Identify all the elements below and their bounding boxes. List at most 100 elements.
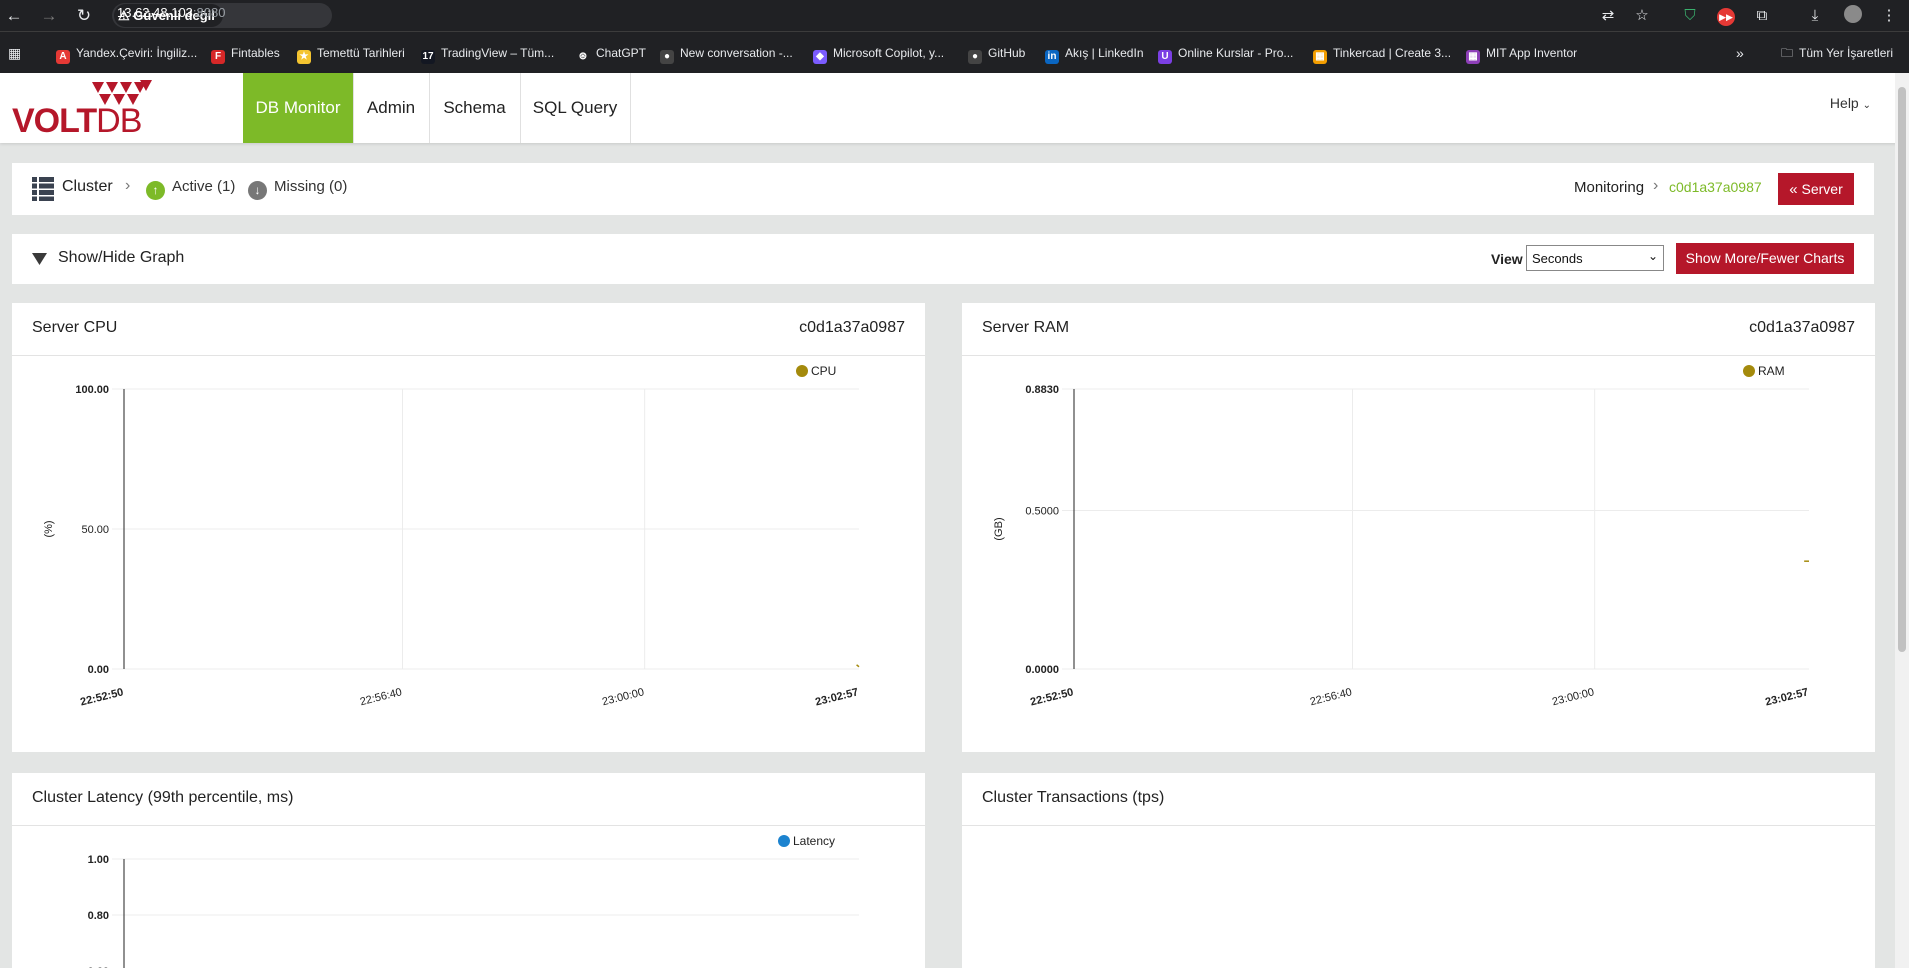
y-tick-label: 1.00: [88, 854, 109, 866]
kebab-menu-icon[interactable]: ⋮: [1878, 5, 1900, 27]
bookmark-item[interactable]: A Yandex.Çeviri: İngiliz...: [56, 44, 198, 64]
view-select[interactable]: Seconds ⌄: [1526, 245, 1664, 271]
translate-icon[interactable]: ⇄: [1597, 5, 1619, 27]
bookmark-label: Microsoft Copilot, y...: [833, 46, 945, 60]
download-icon[interactable]: ⤓: [1804, 5, 1826, 27]
y-axis-label: (GB): [993, 517, 1005, 540]
apps-grid-icon[interactable]: ▦: [8, 44, 21, 62]
server-cpu-card: Server CPU c0d1a37a0987 CPU 100.00 50.00 0…: [12, 303, 925, 752]
show-hide-graph-toggle[interactable]: Show/Hide Graph: [58, 249, 184, 267]
cluster-status-bar: Cluster › ↑ Active (1) ↓ Missing (0) Monit…: [12, 163, 1874, 215]
bookmark-label: TradingView – Tüm...: [441, 46, 555, 60]
graph-toolbar: Show/Hide Graph View Seconds ⌄ Show More…: [12, 234, 1874, 284]
bookmark-item[interactable]: ⊛ ChatGPT: [576, 44, 647, 64]
missing-count[interactable]: ↓ Missing (0): [248, 178, 347, 200]
url-text[interactable]: 13.62.48.103:8080: [117, 4, 225, 21]
view-select-value: Seconds: [1532, 251, 1583, 266]
bookmark-item[interactable]: F Fintables: [211, 44, 280, 64]
bookmark-item[interactable]: ▦ Tinkercad | Create 3...: [1313, 44, 1452, 64]
y-tick-label: 100.00: [75, 384, 109, 396]
chevron-down-icon: ⌄: [1647, 249, 1658, 263]
bookmark-item[interactable]: ● GitHub: [968, 44, 1025, 64]
reload-icon[interactable]: ↻: [72, 4, 96, 28]
all-bookmarks-label: Tüm Yer İşaretleri: [1799, 46, 1894, 60]
logo-volt: VOLT: [12, 102, 97, 140]
extensions-puzzle-icon[interactable]: ⧉: [1751, 5, 1773, 27]
series-line: [856, 664, 860, 668]
bookmarks-overflow-icon[interactable]: »: [1736, 44, 1744, 62]
logo-db: DB: [96, 102, 142, 140]
chevron-right-icon: ›: [1653, 177, 1659, 194]
chart-server-id: c0d1a37a0987: [799, 319, 905, 336]
bookmark-item[interactable]: ★ Temettü Tarihleri: [297, 44, 405, 64]
bookmark-favicon-icon: ●: [968, 50, 982, 64]
y-axis-label: (%): [43, 520, 55, 537]
bookmark-favicon-icon: ●: [660, 50, 674, 64]
help-menu[interactable]: Help ⌄: [1830, 95, 1871, 111]
chart-header: Server CPU c0d1a37a0987: [12, 303, 925, 356]
url-host: 13.62.48.103: [117, 5, 193, 20]
tab-db-monitor[interactable]: DB Monitor: [243, 73, 354, 143]
tab-admin[interactable]: Admin: [353, 73, 430, 143]
list-icon: [32, 177, 54, 201]
browser-toolbar: ← → ↻ ⚠ Güvenli değil 13.62.48.103:8080 …: [0, 0, 1909, 31]
y-tick-label: 0.8830: [1025, 384, 1059, 396]
cluster-label: Cluster: [62, 178, 113, 195]
y-tick-label: 0.80: [88, 910, 109, 922]
double-chevron-left-icon: «: [1789, 181, 1798, 198]
scrollbar-thumb[interactable]: [1898, 87, 1906, 652]
bookmark-item[interactable]: ▦ MIT App Inventor: [1466, 44, 1577, 64]
forward-arrow-icon[interactable]: →: [37, 4, 61, 28]
bookmark-item[interactable]: 17 TradingView – Tüm...: [421, 44, 555, 64]
x-tick-label: 22:56:40: [1309, 686, 1353, 708]
y-tick-label: 0.00: [88, 664, 109, 676]
url-port: :8080: [192, 5, 226, 20]
arrow-down-icon: ↓: [248, 181, 267, 200]
tab-schema[interactable]: Schema: [429, 73, 521, 143]
shield-extension-icon[interactable]: ⛉: [1679, 5, 1701, 27]
y-tick-label: 50.00: [81, 524, 109, 536]
profile-avatar-icon[interactable]: [1842, 5, 1864, 27]
record-extension-icon[interactable]: ▶▶: [1715, 5, 1737, 27]
bookmarks-bar: ▦ A Yandex.Çeviri: İngiliz... F Fintables ★ T…: [0, 31, 1909, 74]
active-count[interactable]: ↑ Active (1): [146, 178, 235, 200]
page-scrollbar[interactable]: [1895, 73, 1909, 968]
x-tick-label: 23:00:00: [601, 686, 645, 708]
tab-sql-query[interactable]: SQL Query: [520, 73, 631, 143]
all-bookmarks-folder[interactable]: 🗀 Tüm Yer İşaretleri: [1781, 44, 1893, 62]
triangle-down-icon[interactable]: [32, 253, 47, 265]
chevron-down-icon: ⌄: [1862, 100, 1871, 111]
bookmark-label: Yandex.Çeviri: İngiliz...: [76, 46, 198, 60]
monitored-server-id: c0d1a37a0987: [1669, 179, 1762, 195]
x-tick-label: 23:00:00: [1551, 686, 1595, 708]
x-tick-label: 23:02:57: [814, 686, 860, 708]
bookmark-item[interactable]: U Online Kurslar - Pro...: [1158, 44, 1293, 64]
chart-header: Cluster Transactions (tps): [962, 773, 1875, 826]
server-button-label: Server: [1801, 181, 1843, 197]
bookmark-label: Akış | LinkedIn: [1065, 46, 1144, 60]
back-arrow-icon[interactable]: ←: [2, 4, 26, 28]
bookmark-favicon-icon: ◆: [813, 50, 827, 64]
bookmark-item[interactable]: ● New conversation -...: [660, 44, 793, 64]
bookmark-star-icon[interactable]: ☆: [1631, 5, 1653, 27]
x-tick-label: 22:56:40: [359, 686, 403, 708]
bookmark-favicon-icon: A: [56, 50, 70, 64]
bookmark-label: Tinkercad | Create 3...: [1333, 46, 1452, 60]
server-button[interactable]: « Server: [1778, 173, 1854, 205]
show-more-fewer-charts-button[interactable]: Show More/Fewer Charts: [1676, 243, 1854, 274]
bookmark-label: ChatGPT: [596, 46, 647, 60]
bookmark-favicon-icon: 17: [421, 50, 435, 64]
x-tick-label: 22:52:50: [79, 686, 125, 708]
y-tick-label: 0.5000: [1025, 505, 1059, 517]
app-header: VOLTDB DB Monitor Admin Schema SQL Query…: [0, 73, 1909, 143]
voltdb-logo[interactable]: VOLTDB: [12, 102, 142, 140]
server-ram-chart: 0.8830 0.5000 0.0000 (GB) 22:52:50 22:56:40 23…: [993, 384, 1810, 709]
bookmark-item[interactable]: in Akış | LinkedIn: [1045, 44, 1144, 64]
server-ram-card: Server RAM c0d1a37a0987 RAM 0.8830 0.5000…: [962, 303, 1875, 752]
bookmark-item[interactable]: ◆ Microsoft Copilot, y...: [813, 44, 945, 64]
chart-header: Cluster Latency (99th percentile, ms): [12, 773, 925, 826]
bookmark-label: New conversation -...: [680, 46, 793, 60]
x-tick-label: 22:52:50: [1029, 686, 1075, 708]
x-tick-label: 23:02:57: [1764, 686, 1810, 708]
chart-header: Server RAM c0d1a37a0987: [962, 303, 1875, 356]
